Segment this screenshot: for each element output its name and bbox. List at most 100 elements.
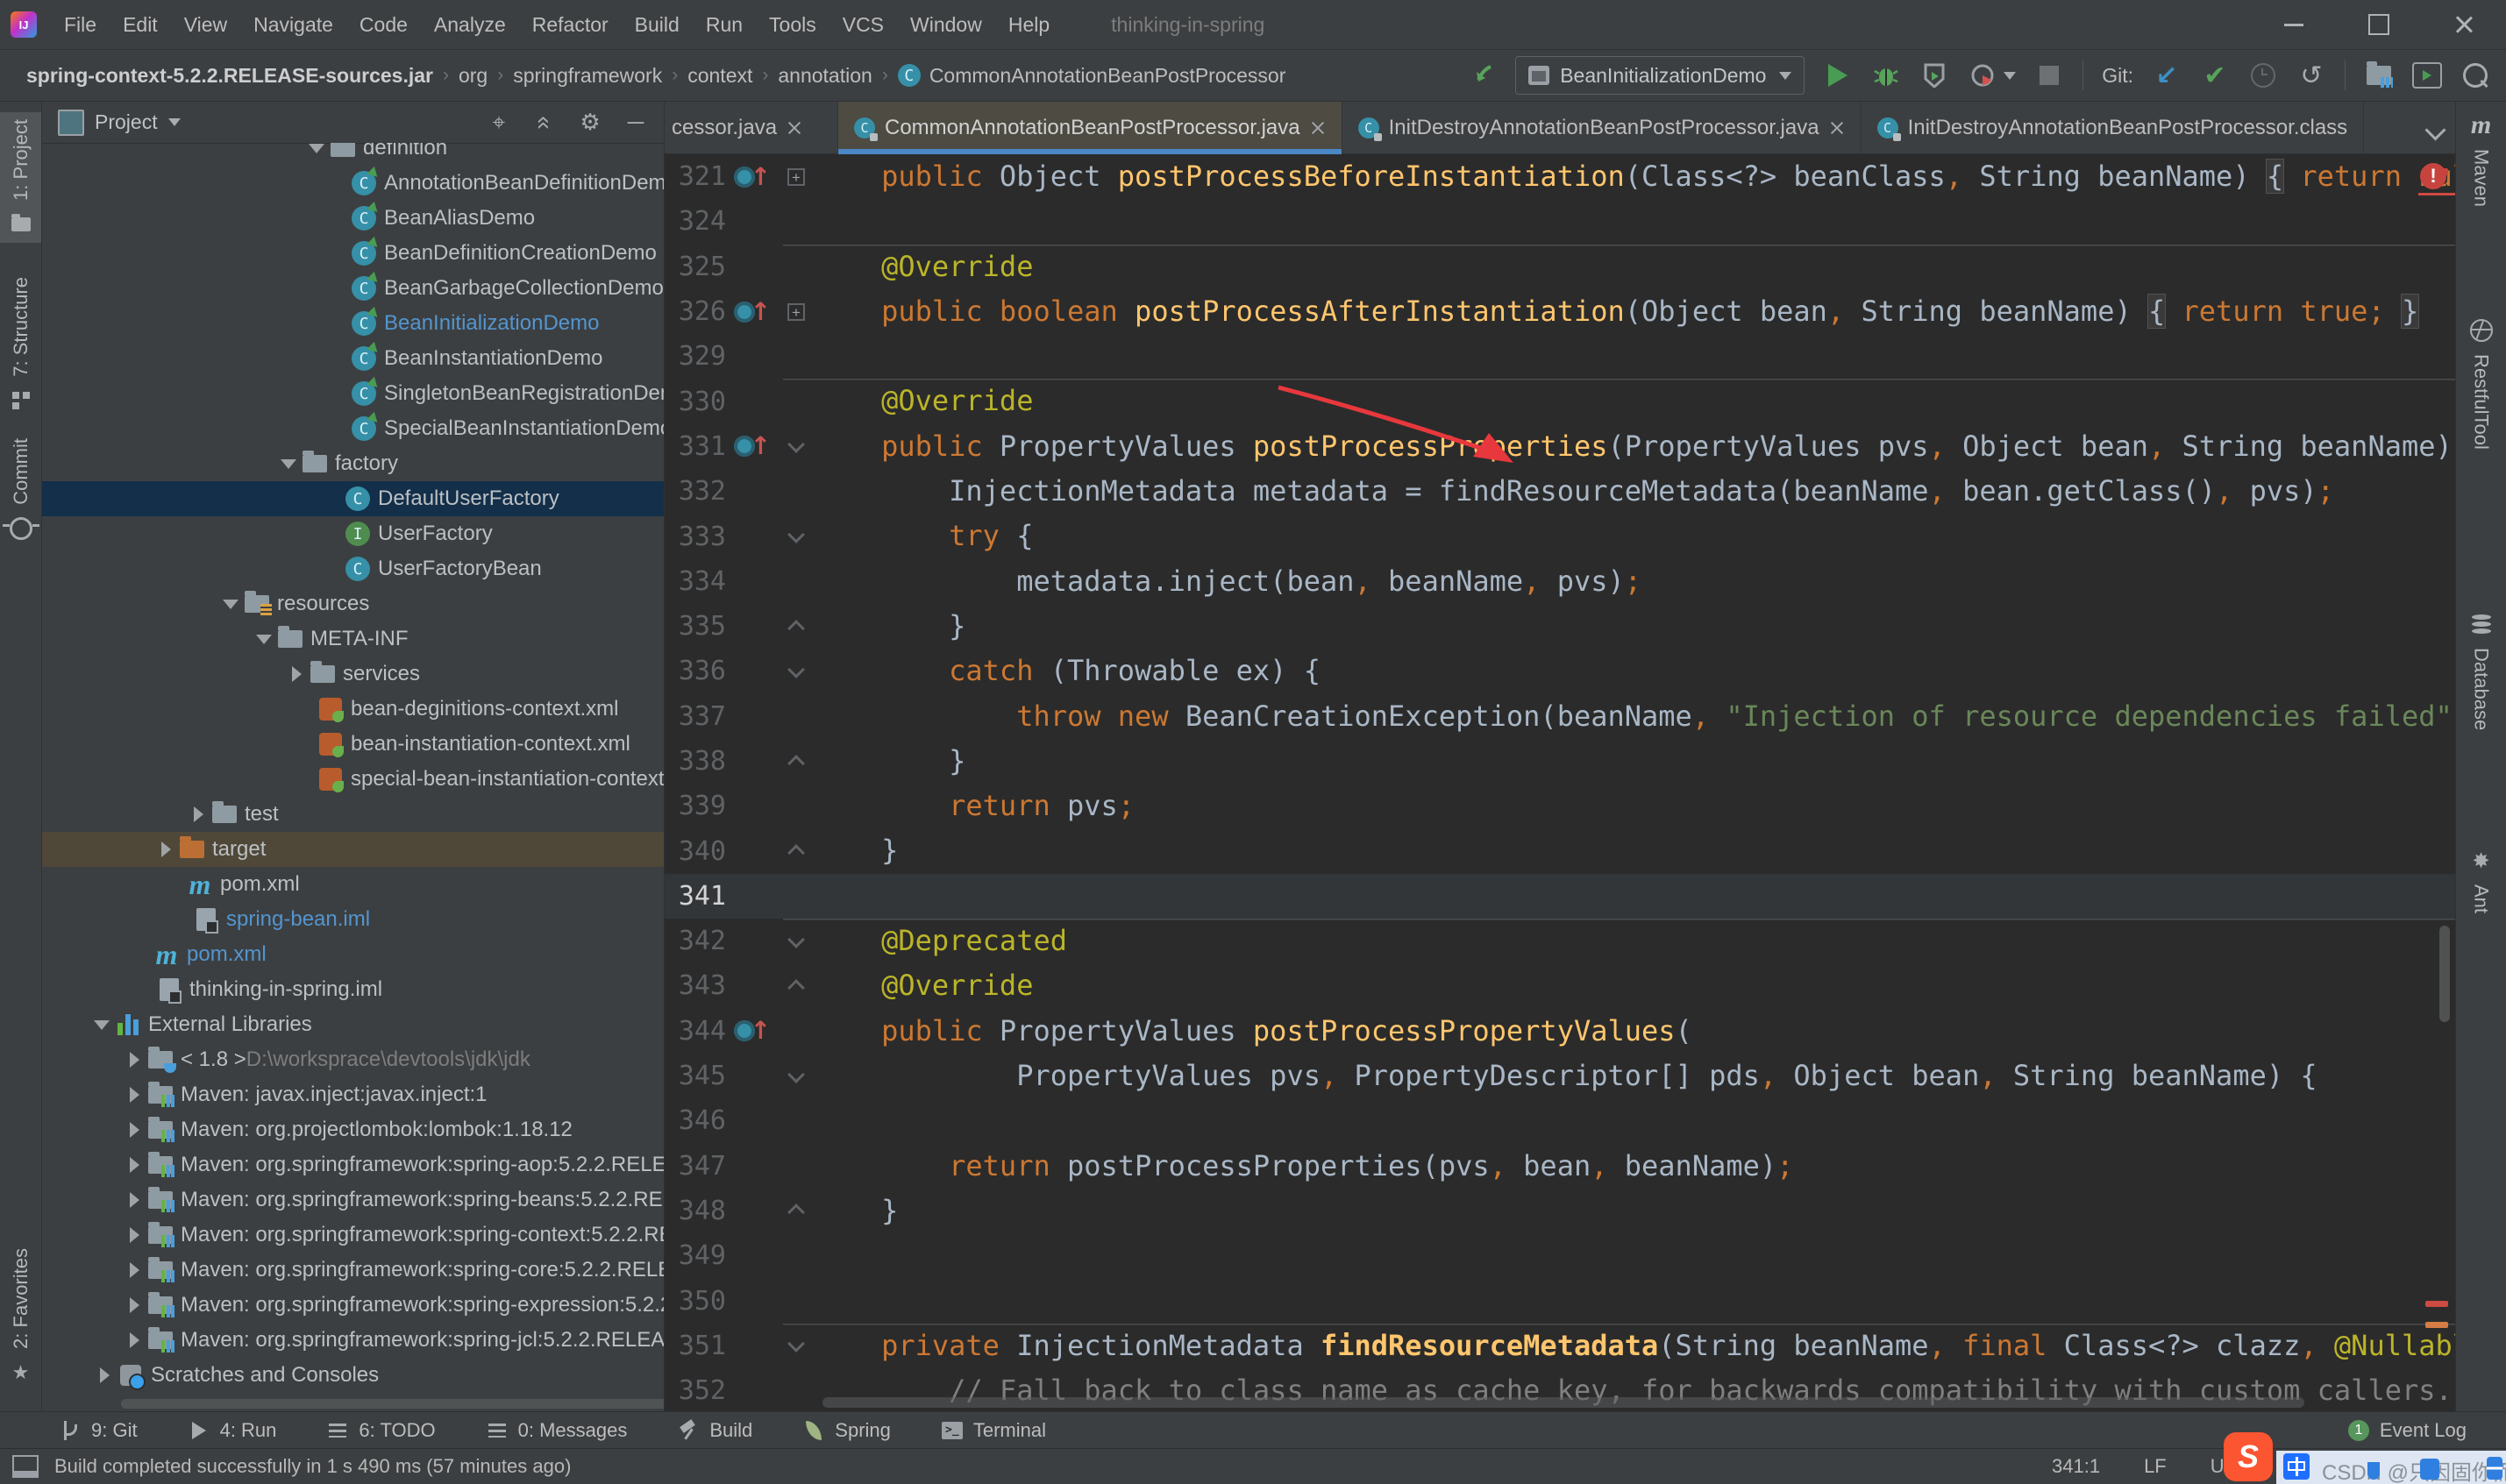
tree-row[interactable]: Maven: org.springframework:spring-core:5… <box>42 1253 664 1288</box>
chevron-right-icon[interactable] <box>123 1297 146 1313</box>
tree-row[interactable]: Maven: org.springframework:spring-beans:… <box>42 1182 664 1218</box>
menu-file[interactable]: File <box>51 13 110 37</box>
fold-marker[interactable] <box>779 442 814 451</box>
git-update-button[interactable]: ↙ <box>2152 60 2182 90</box>
menu-view[interactable]: View <box>171 13 240 37</box>
tree-row[interactable]: CBeanGarbageCollectionDemo <box>42 271 664 306</box>
editor-tab[interactable]: CInitDestroyAnnotationBeanPostProcessor.… <box>1342 102 1862 153</box>
warning-stripe-mark[interactable] <box>2425 1301 2448 1307</box>
fold-marker[interactable] <box>779 847 814 856</box>
hide-panel-icon[interactable]: ─ <box>623 109 648 136</box>
chevron-down-icon[interactable] <box>253 635 275 644</box>
run-configuration-select[interactable]: BeanInitializationDemo <box>1515 56 1805 95</box>
tree-row[interactable]: definition <box>42 143 664 166</box>
git-rollback-button[interactable]: ↺ <box>2296 60 2326 90</box>
tool-stripe-7-structure[interactable]: 7: Structure <box>0 270 41 419</box>
minimize-button[interactable] <box>2251 0 2336 49</box>
override-gutter-icon[interactable]: ↑ <box>726 436 779 457</box>
fold-marker[interactable] <box>779 1341 814 1350</box>
menu-edit[interactable]: Edit <box>110 13 171 37</box>
tree-row[interactable]: CBeanInstantiationDemo <box>42 341 664 376</box>
locate-file-icon[interactable]: ⌖ <box>487 109 511 137</box>
tree-row[interactable]: External Libraries <box>42 1007 664 1042</box>
tool-stripe-commit[interactable]: Commit <box>0 431 41 547</box>
chevron-right-icon[interactable] <box>123 1087 146 1103</box>
tree-row[interactable]: thinking-in-spring.iml <box>42 972 664 1007</box>
menu-vcs[interactable]: VCS <box>829 13 897 37</box>
chevron-right-icon[interactable] <box>123 1227 146 1243</box>
fold-marker[interactable]: + <box>779 168 814 186</box>
tool-stripe-ant[interactable]: ✸Ant <box>2456 842 2506 920</box>
tool-stripe-maven[interactable]: mMaven <box>2456 107 2506 214</box>
tree-row[interactable]: CBeanDefinitionCreationDemo <box>42 236 664 271</box>
close-button[interactable] <box>2421 0 2506 49</box>
editor-hscrollbar[interactable] <box>822 1397 2304 1408</box>
tree-row[interactable]: factory <box>42 446 664 481</box>
back-arrow-icon[interactable] <box>1467 60 1497 90</box>
tree-row[interactable]: spring-bean.iml <box>42 902 664 937</box>
menu-window[interactable]: Window <box>897 13 995 37</box>
tool-window-button-0-messages[interactable]: 0: Messages <box>487 1419 628 1442</box>
chevron-right-icon[interactable] <box>123 1332 146 1348</box>
warning-stripe-mark[interactable] <box>2425 1322 2448 1328</box>
tree-row[interactable]: mpom.xml <box>42 867 664 902</box>
override-gutter-icon[interactable]: ↑ <box>726 302 779 323</box>
tool-window-button-6-todo[interactable]: 6: TODO <box>327 1419 435 1442</box>
override-gutter-icon[interactable]: ↑ <box>726 167 779 188</box>
tree-row[interactable]: Maven: org.springframework:spring-jcl:5.… <box>42 1323 664 1358</box>
profiler-chevron-icon[interactable] <box>2004 72 2016 80</box>
chevron-right-icon[interactable] <box>123 1262 146 1278</box>
editor-tab[interactable]: CInitDestroyAnnotationBeanPostProcessor.… <box>1862 102 2365 153</box>
stop-button[interactable] <box>2034 60 2064 90</box>
git-commit-button[interactable]: ✔ <box>2200 60 2230 90</box>
tree-row[interactable]: test <box>42 797 664 832</box>
git-history-button[interactable] <box>2248 60 2278 90</box>
tree-row[interactable]: CAnnotationBeanDefinitionDemo <box>42 166 664 201</box>
chevron-right-icon[interactable] <box>285 666 308 682</box>
fold-marker[interactable] <box>779 757 814 766</box>
tree-row[interactable]: bean-instantiation-context.xml <box>42 727 664 762</box>
editor-tab[interactable]: CCommonAnnotationBeanPostProcessor.java <box>838 102 1342 153</box>
tree-row[interactable]: META-INF <box>42 621 664 657</box>
chevron-right-icon[interactable] <box>93 1367 116 1383</box>
menu-tools[interactable]: Tools <box>756 13 829 37</box>
tree-row[interactable]: < 1.8 > D:\worksprace\devtools\jdk\jdk <box>42 1042 664 1077</box>
fold-marker[interactable] <box>779 622 814 631</box>
caret-position[interactable]: 341:1 <box>2052 1455 2100 1478</box>
chevron-down-icon[interactable] <box>90 1020 113 1030</box>
coverage-button[interactable] <box>1919 60 1949 90</box>
chevron-right-icon[interactable] <box>123 1157 146 1173</box>
tree-row[interactable]: Maven: org.springframework:spring-contex… <box>42 1218 664 1253</box>
tool-window-button-9-git[interactable]: 9: Git <box>60 1419 138 1442</box>
tool-window-button-4-run[interactable]: 4: Run <box>189 1419 277 1442</box>
tree-row[interactable]: IUserFactory <box>42 516 664 551</box>
tree-row[interactable]: CSingletonBeanRegistrationDemo <box>42 376 664 411</box>
chevron-right-icon[interactable] <box>187 806 210 822</box>
editor-tab[interactable]: cessor.java <box>665 102 838 153</box>
menu-build[interactable]: Build <box>622 13 693 37</box>
fold-marker[interactable] <box>779 1072 814 1081</box>
collapse-all-icon[interactable]: « <box>530 110 559 135</box>
tree-row[interactable]: CBeanInitializationDemo <box>42 306 664 341</box>
tree-row[interactable]: CBeanAliasDemo <box>42 201 664 236</box>
event-log-button[interactable]: 1 Event Log <box>2348 1419 2467 1442</box>
tree-row[interactable]: CSpecialBeanInstantiationDemo <box>42 411 664 446</box>
tree-row[interactable]: resources <box>42 586 664 621</box>
tree-row[interactable]: CUserFactoryBean <box>42 551 664 586</box>
tool-window-button-build[interactable]: Build <box>678 1419 752 1442</box>
chevron-down-icon[interactable] <box>219 600 242 609</box>
chevron-right-icon[interactable] <box>123 1052 146 1068</box>
menu-refactor[interactable]: Refactor <box>519 13 622 37</box>
menu-help[interactable]: Help <box>995 13 1063 37</box>
editor-vscrollbar[interactable] <box>2439 926 2450 1022</box>
breadcrumb-item[interactable]: springframework <box>513 64 662 88</box>
chevron-right-icon[interactable] <box>154 841 177 857</box>
fold-marker[interactable] <box>779 532 814 541</box>
fold-marker[interactable] <box>779 937 814 946</box>
run-button[interactable] <box>1823 60 1853 90</box>
fold-marker[interactable] <box>779 667 814 676</box>
code-editor[interactable]: 321↑+ public Object postProcessBeforeIns… <box>665 154 2455 1411</box>
chevron-down-icon[interactable] <box>277 459 300 469</box>
toggle-panels-icon[interactable] <box>12 1455 39 1478</box>
tree-row[interactable]: Maven: org.springframework:spring-aop:5.… <box>42 1147 664 1182</box>
